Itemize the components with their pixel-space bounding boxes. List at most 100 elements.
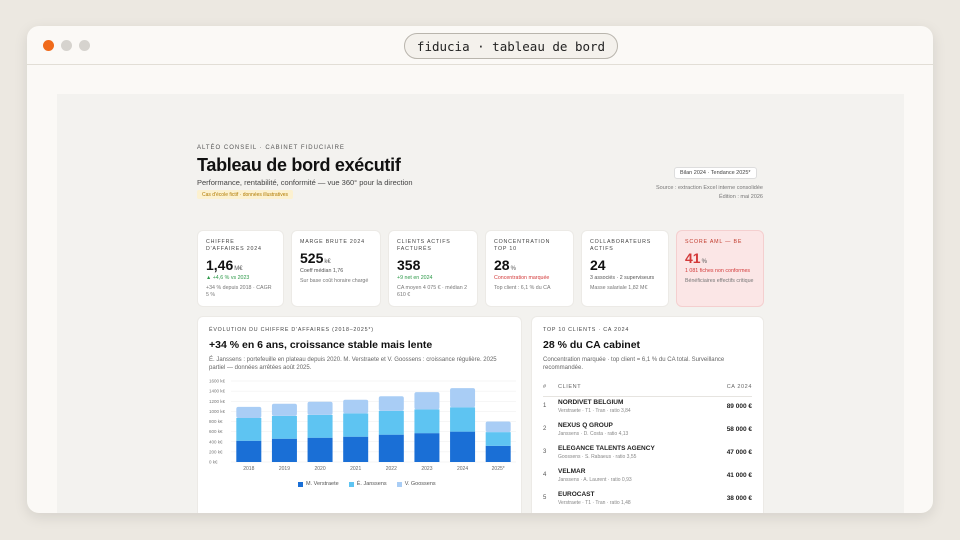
bar-segment[interactable] — [271, 403, 297, 416]
kpi-trend: Concentration marquée — [494, 275, 550, 281]
kpi-number: 28 — [494, 257, 510, 273]
bar-segment[interactable] — [414, 392, 440, 410]
client-row[interactable]: 1 NORDIVET BELGIUM Verstraete · T1 · Tran … — [543, 397, 752, 420]
x-tick-label: 2020 — [315, 466, 326, 472]
bar-segment[interactable] — [414, 433, 440, 462]
client-name: EUROCAST — [558, 491, 595, 498]
kpi-value: 28% — [494, 257, 565, 273]
chart-legend: M. Verstraete É. Janssens V. Goossens — [298, 481, 436, 487]
kpi-number: 41 — [685, 250, 701, 266]
client-rank: 5 — [543, 495, 547, 501]
page-subtitle: Performance, rentabilité, conformité — v… — [197, 178, 413, 187]
client-meta: Goossens · S. Rabaeus · ratio 3,55 — [558, 454, 637, 460]
client-row[interactable]: 3 ELEGANCE TALENTS AGENCY Goossens · S. Ra… — [543, 443, 752, 466]
kpi-note: Sur base coût horaire chargé — [300, 278, 369, 284]
legend-swatch — [396, 481, 402, 487]
top-clients-panel: TOP 10 CLIENTS · CA 2024 28 % du CA cabi… — [531, 316, 764, 513]
kpi-number: 358 — [397, 257, 421, 273]
bar-segment[interactable] — [450, 407, 476, 432]
client-name: VELMAR — [558, 468, 586, 475]
bar-segment[interactable] — [343, 413, 369, 437]
bar-segment[interactable] — [343, 399, 369, 414]
bar-segment[interactable] — [450, 388, 476, 408]
kpi-note: +34 % depuis 2018 · CAGR 5 % — [206, 285, 272, 298]
bar-segment[interactable] — [414, 409, 440, 434]
kpi-trend: 1 081 fiches non conformes — [685, 268, 751, 274]
revenue-panel: ÉVOLUTION DU CHIFFRE D'AFFAIRES (2018–20… — [197, 316, 522, 513]
kpi-unit: k€ — [324, 259, 331, 265]
legend-item[interactable]: M. Verstraete — [298, 481, 339, 487]
bar-segment[interactable] — [236, 417, 262, 441]
kpi-card[interactable]: COLLABORATEURS ACTIFS 24 3 associés · 2 su… — [581, 230, 669, 307]
legend-swatch — [298, 481, 303, 487]
legend-label: M. Verstraete — [306, 481, 339, 487]
bar-segment[interactable] — [271, 415, 297, 439]
minimize-window-button[interactable] — [61, 40, 72, 51]
kpi-card[interactable]: MARGE BRUTE 2024 525k€ Coeff médian 1,76 Su… — [291, 230, 381, 307]
x-tick-label: 2018 — [243, 466, 254, 472]
kpi-unit: M€ — [234, 266, 243, 272]
address-bar[interactable]: fiducia · tableau de bord — [404, 33, 618, 59]
kpi-trend: Coeff médian 1,76 — [300, 268, 344, 274]
client-revenue: 38 000 € — [726, 495, 752, 502]
demo-data-badge: Cas d'école fictif · données illustrativ… — [197, 190, 293, 199]
bar-segment[interactable] — [378, 410, 404, 435]
bar-segment[interactable] — [450, 431, 476, 462]
bar-segment[interactable] — [271, 438, 297, 462]
page-title: Tableau de bord exécutif — [197, 155, 401, 175]
legend-item[interactable]: É. Janssens — [348, 481, 387, 487]
maximize-window-button[interactable] — [79, 40, 90, 51]
kpi-unit: % — [701, 259, 707, 265]
kpi-note: Masse salariale 1,82 M€ — [590, 285, 648, 291]
bar-segment[interactable] — [343, 436, 369, 462]
clients-panel-title: 28 % du CA cabinet — [543, 339, 641, 351]
bar-segment[interactable] — [485, 432, 511, 446]
kpi-card[interactable]: CLIENTS ACTIFS FACTURÉS 358 +9 net en 2024… — [388, 230, 478, 307]
kpi-trend: +9 net en 2024 — [397, 275, 433, 281]
kpi-value: 358 — [397, 257, 469, 273]
y-tick-label: 1000 k€ — [209, 409, 226, 414]
legend-label: V. Goossens — [404, 481, 436, 487]
client-name: NEXUS Q GROUP — [558, 422, 613, 429]
kpi-label: COLLABORATEURS ACTIFS — [590, 239, 652, 252]
bar-segment[interactable] — [307, 414, 333, 438]
bar-segment[interactable] — [485, 445, 511, 462]
clients-panel-desc: Concentration marquée · top client = 6,1… — [543, 357, 725, 371]
period-selector[interactable]: Bilan 2024 · Tendance 2025* — [674, 167, 757, 179]
client-rank: 3 — [543, 449, 547, 455]
kpi-card[interactable]: CHIFFRE D'AFFAIRES 2024 1,46M€ ▲ +4,6 % vs… — [197, 230, 284, 307]
client-meta: Janssens · A. Laurent · ratio 0,93 — [558, 477, 632, 483]
client-row[interactable]: 5 EUROCAST Verstraete · T1 · Tran · ratio … — [543, 489, 752, 512]
close-window-button[interactable] — [43, 40, 54, 51]
bar-segment[interactable] — [378, 396, 404, 411]
client-row[interactable]: 2 NEXUS Q GROUP Janssens · D. Costa · rati… — [543, 420, 752, 443]
kpi-note: CA moyen 4 075 € · médian 2 610 € — [397, 285, 468, 298]
legend-label: É. Janssens — [356, 481, 387, 487]
col-client-header[interactable]: CLIENT — [558, 384, 581, 390]
x-tick-label: 2024 — [457, 466, 468, 472]
kpi-card[interactable]: CONCENTRATION TOP 10 28% Concentration mar… — [485, 230, 574, 307]
client-row[interactable]: 4 VELMAR Janssens · A. Laurent · ratio 0,9… — [543, 466, 752, 489]
kpi-trend: ▲ +4,6 % vs 2023 — [206, 275, 250, 281]
bar-segment[interactable] — [307, 437, 333, 462]
bar-segment[interactable] — [236, 406, 262, 418]
legend-item[interactable]: V. Goossens — [396, 481, 436, 487]
client-name: ELEGANCE TALENTS AGENCY — [558, 445, 655, 452]
client-meta: Verstraete · T1 · Tran · ratio 3,84 — [558, 408, 631, 414]
client-revenue: 47 000 € — [726, 449, 752, 456]
revenue-stacked-bar-chart: 0 k€ 200 k€ 400 k€ 600 k€ 800 k€ 1000 k€ 1200 … — [209, 379, 516, 472]
client-meta: Verstraete · T1 · Tran · ratio 1,48 — [558, 500, 631, 506]
source-text: Source : extraction Excel interne consol… — [655, 185, 763, 191]
kpi-number: 24 — [590, 257, 606, 273]
bar-segment[interactable] — [485, 421, 511, 433]
client-rank: 2 — [543, 426, 547, 432]
kpi-card[interactable]: SCORE AML — BE 41% 1 081 fiches non confor… — [676, 230, 764, 307]
col-ca-header[interactable]: CA 2024 — [727, 384, 752, 390]
client-row[interactable]: 6ROBALGEM (gr. TAUBHOLD)Janssens · D. Co… — [543, 512, 752, 513]
bar-segment[interactable] — [307, 401, 333, 415]
bar-segment[interactable] — [378, 434, 404, 462]
bar-segment[interactable] — [236, 440, 262, 462]
kpi-number: 525 — [300, 250, 324, 266]
x-tick-label: 2022 — [386, 466, 397, 472]
x-tick-label: 2021 — [350, 466, 361, 472]
